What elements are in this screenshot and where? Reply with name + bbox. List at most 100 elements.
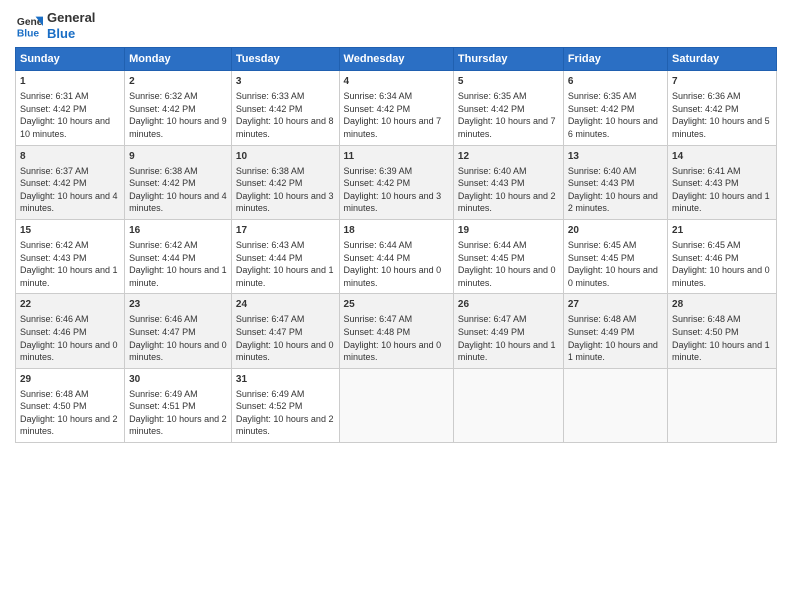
daylight-text: Daylight: 10 hours and 0 minutes. xyxy=(458,265,556,288)
daylight-text: Daylight: 10 hours and 1 minute. xyxy=(458,340,556,363)
day-number: 11 xyxy=(344,150,449,164)
sunrise-text: Sunrise: 6:45 AM xyxy=(568,240,637,250)
day-cell: 14Sunrise: 6:41 AMSunset: 4:43 PMDayligh… xyxy=(668,145,777,219)
day-cell: 16Sunrise: 6:42 AMSunset: 4:44 PMDayligh… xyxy=(125,219,232,293)
header-cell-tuesday: Tuesday xyxy=(231,48,339,71)
sunrise-text: Sunrise: 6:35 AM xyxy=(568,91,637,101)
sunrise-text: Sunrise: 6:46 AM xyxy=(129,314,198,324)
day-cell: 5Sunrise: 6:35 AMSunset: 4:42 PMDaylight… xyxy=(453,71,563,145)
sunset-text: Sunset: 4:42 PM xyxy=(129,178,196,188)
day-cell: 4Sunrise: 6:34 AMSunset: 4:42 PMDaylight… xyxy=(339,71,453,145)
day-number: 8 xyxy=(20,150,120,164)
daylight-text: Daylight: 10 hours and 0 minutes. xyxy=(344,265,442,288)
sunset-text: Sunset: 4:42 PM xyxy=(236,104,303,114)
day-cell: 15Sunrise: 6:42 AMSunset: 4:43 PMDayligh… xyxy=(16,219,125,293)
calendar-table: SundayMondayTuesdayWednesdayThursdayFrid… xyxy=(15,47,777,443)
day-cell: 29Sunrise: 6:48 AMSunset: 4:50 PMDayligh… xyxy=(16,368,125,442)
week-row-3: 15Sunrise: 6:42 AMSunset: 4:43 PMDayligh… xyxy=(16,219,777,293)
day-cell: 17Sunrise: 6:43 AMSunset: 4:44 PMDayligh… xyxy=(231,219,339,293)
sunset-text: Sunset: 4:44 PM xyxy=(129,253,196,263)
day-cell xyxy=(563,368,667,442)
day-number: 20 xyxy=(568,224,663,238)
day-cell: 27Sunrise: 6:48 AMSunset: 4:49 PMDayligh… xyxy=(563,294,667,368)
day-cell: 22Sunrise: 6:46 AMSunset: 4:46 PMDayligh… xyxy=(16,294,125,368)
sunset-text: Sunset: 4:49 PM xyxy=(458,327,525,337)
sunrise-text: Sunrise: 6:44 AM xyxy=(344,240,413,250)
day-cell: 10Sunrise: 6:38 AMSunset: 4:42 PMDayligh… xyxy=(231,145,339,219)
sunset-text: Sunset: 4:42 PM xyxy=(20,178,87,188)
sunrise-text: Sunrise: 6:32 AM xyxy=(129,91,198,101)
daylight-text: Daylight: 10 hours and 8 minutes. xyxy=(236,116,334,139)
week-row-4: 22Sunrise: 6:46 AMSunset: 4:46 PMDayligh… xyxy=(16,294,777,368)
sunrise-text: Sunrise: 6:42 AM xyxy=(20,240,89,250)
day-cell xyxy=(339,368,453,442)
sunset-text: Sunset: 4:47 PM xyxy=(236,327,303,337)
daylight-text: Daylight: 10 hours and 0 minutes. xyxy=(129,340,227,363)
sunrise-text: Sunrise: 6:43 AM xyxy=(236,240,305,250)
daylight-text: Daylight: 10 hours and 1 minute. xyxy=(129,265,227,288)
sunrise-text: Sunrise: 6:47 AM xyxy=(236,314,305,324)
header-row: SundayMondayTuesdayWednesdayThursdayFrid… xyxy=(16,48,777,71)
sunrise-text: Sunrise: 6:31 AM xyxy=(20,91,89,101)
day-cell: 19Sunrise: 6:44 AMSunset: 4:45 PMDayligh… xyxy=(453,219,563,293)
day-cell: 24Sunrise: 6:47 AMSunset: 4:47 PMDayligh… xyxy=(231,294,339,368)
sunset-text: Sunset: 4:42 PM xyxy=(672,104,739,114)
sunrise-text: Sunrise: 6:40 AM xyxy=(568,166,637,176)
header: General Blue General Blue xyxy=(15,10,777,41)
sunset-text: Sunset: 4:50 PM xyxy=(20,401,87,411)
day-cell: 7Sunrise: 6:36 AMSunset: 4:42 PMDaylight… xyxy=(668,71,777,145)
daylight-text: Daylight: 10 hours and 0 minutes. xyxy=(344,340,442,363)
day-number: 19 xyxy=(458,224,559,238)
day-number: 14 xyxy=(672,150,772,164)
day-cell: 20Sunrise: 6:45 AMSunset: 4:45 PMDayligh… xyxy=(563,219,667,293)
sunset-text: Sunset: 4:44 PM xyxy=(344,253,411,263)
logo: General Blue General Blue xyxy=(15,10,95,41)
sunset-text: Sunset: 4:42 PM xyxy=(344,104,411,114)
day-cell: 12Sunrise: 6:40 AMSunset: 4:43 PMDayligh… xyxy=(453,145,563,219)
daylight-text: Daylight: 10 hours and 2 minutes. xyxy=(568,191,658,214)
sunset-text: Sunset: 4:52 PM xyxy=(236,401,303,411)
sunrise-text: Sunrise: 6:34 AM xyxy=(344,91,413,101)
day-cell: 9Sunrise: 6:38 AMSunset: 4:42 PMDaylight… xyxy=(125,145,232,219)
sunrise-text: Sunrise: 6:48 AM xyxy=(672,314,741,324)
sunrise-text: Sunrise: 6:36 AM xyxy=(672,91,741,101)
sunset-text: Sunset: 4:49 PM xyxy=(568,327,635,337)
sunrise-text: Sunrise: 6:37 AM xyxy=(20,166,89,176)
day-number: 2 xyxy=(129,75,227,89)
sunset-text: Sunset: 4:42 PM xyxy=(129,104,196,114)
day-number: 26 xyxy=(458,298,559,312)
daylight-text: Daylight: 10 hours and 9 minutes. xyxy=(129,116,227,139)
daylight-text: Daylight: 10 hours and 1 minute. xyxy=(568,340,658,363)
sunset-text: Sunset: 4:43 PM xyxy=(458,178,525,188)
day-cell: 2 Sunrise: 6:32 AM Sunset: 4:42 PM Daylight… xyxy=(125,71,232,145)
day-number: 1 xyxy=(20,75,120,89)
sunset-text: Sunset: 4:51 PM xyxy=(129,401,196,411)
day-number: 21 xyxy=(672,224,772,238)
week-row-1: 1 Sunrise: 6:31 AM Sunset: 4:42 PM Daylight… xyxy=(16,71,777,145)
week-row-2: 8 Sunrise: 6:37 AM Sunset: 4:42 PM Daylight… xyxy=(16,145,777,219)
day-cell: 25Sunrise: 6:47 AMSunset: 4:48 PMDayligh… xyxy=(339,294,453,368)
daylight-text: Daylight: 10 hours and 7 minutes. xyxy=(458,116,556,139)
sunset-text: Sunset: 4:42 PM xyxy=(344,178,411,188)
week-row-5: 29Sunrise: 6:48 AMSunset: 4:50 PMDayligh… xyxy=(16,368,777,442)
sunset-text: Sunset: 4:50 PM xyxy=(672,327,739,337)
day-cell: 30Sunrise: 6:49 AMSunset: 4:51 PMDayligh… xyxy=(125,368,232,442)
daylight-text: Daylight: 10 hours and 0 minutes. xyxy=(20,340,118,363)
sunset-text: Sunset: 4:44 PM xyxy=(236,253,303,263)
sunrise-text: Sunrise: 6:48 AM xyxy=(20,389,89,399)
sunrise-text: Sunrise: 6:48 AM xyxy=(568,314,637,324)
day-number: 15 xyxy=(20,224,120,238)
daylight-text: Daylight: 10 hours and 2 minutes. xyxy=(129,414,227,437)
day-cell: 13Sunrise: 6:40 AMSunset: 4:43 PMDayligh… xyxy=(563,145,667,219)
header-cell-thursday: Thursday xyxy=(453,48,563,71)
day-cell xyxy=(668,368,777,442)
day-cell: 3Sunrise: 6:33 AMSunset: 4:42 PMDaylight… xyxy=(231,71,339,145)
sunrise-text: Sunrise: 6:38 AM xyxy=(236,166,305,176)
sunset-text: Sunset: 4:48 PM xyxy=(344,327,411,337)
day-number: 10 xyxy=(236,150,335,164)
page-container: General Blue General Blue SundayMondayTu… xyxy=(0,0,792,453)
header-cell-monday: Monday xyxy=(125,48,232,71)
sunrise-text: Sunrise: 6:42 AM xyxy=(129,240,198,250)
sunset-text: Sunset: 4:43 PM xyxy=(568,178,635,188)
sunrise-text: Sunrise: 6:38 AM xyxy=(129,166,198,176)
